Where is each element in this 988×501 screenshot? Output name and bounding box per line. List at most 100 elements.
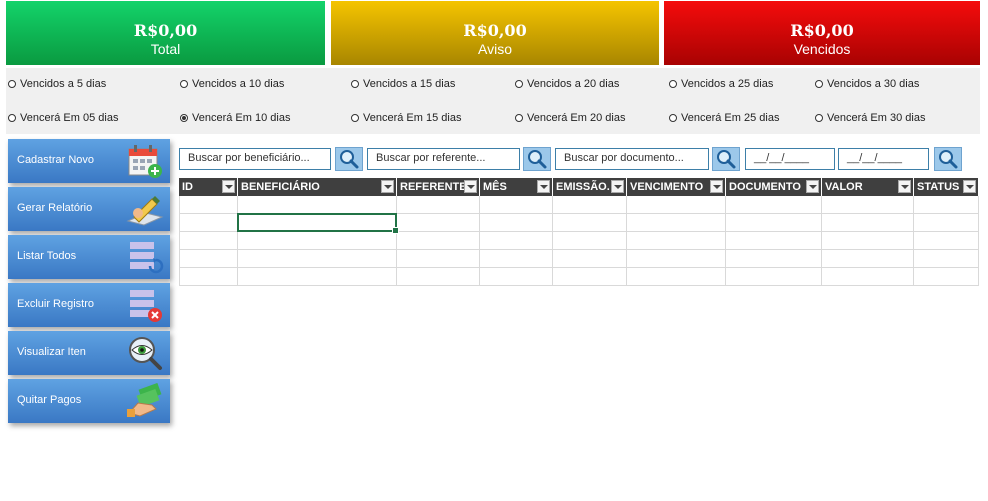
table-cell[interactable] [179,214,238,232]
table-cell[interactable] [914,196,979,214]
table-cell[interactable] [480,196,553,214]
table-cell[interactable] [822,214,914,232]
table-cell[interactable] [238,196,397,214]
search-documento-input[interactable]: Buscar por documento... [555,148,709,170]
search-documento-button[interactable] [712,147,740,171]
column-header-id[interactable]: ID [179,178,238,196]
table-cell[interactable] [397,196,480,214]
cadastrar-novo-button[interactable]: Cadastrar Novo [8,139,170,183]
selected-cell[interactable] [237,213,399,234]
radio-vencera-10[interactable]: Vencerá Em 10 dias [180,112,290,124]
filter-dropdown-icon[interactable] [963,180,976,193]
filter-dropdown-icon[interactable] [464,180,477,193]
search-referente-button[interactable] [523,147,551,171]
listar-todos-button[interactable]: Listar Todos [8,235,170,279]
table-cell[interactable] [480,214,553,232]
excluir-registro-button[interactable]: Excluir Registro [8,283,170,327]
date-to-input[interactable]: __/__/____ [838,148,929,170]
table-cell[interactable] [822,196,914,214]
filter-dropdown-icon[interactable] [381,180,394,193]
radio-vencidos-30[interactable]: Vencidos a 30 dias [815,78,919,90]
radio-circle-icon [669,114,677,122]
table-cell[interactable] [553,214,627,232]
table-cell[interactable] [822,268,914,286]
table-cell[interactable] [480,268,553,286]
table-cell[interactable] [397,268,480,286]
radio-vencidos-25[interactable]: Vencidos a 25 dias [669,78,773,90]
date-from-input[interactable]: __/__/____ [745,148,835,170]
table-cell[interactable] [179,250,238,268]
radio-vencera-15[interactable]: Vencerá Em 15 dias [351,112,461,124]
table-cell[interactable] [627,250,726,268]
search-beneficiario-button[interactable] [335,147,363,171]
quitar-pagos-button[interactable]: Quitar Pagos [8,379,170,423]
table-cell[interactable] [914,214,979,232]
filter-dropdown-icon[interactable] [898,180,911,193]
filter-dropdown-icon[interactable] [710,180,723,193]
column-header-emissao[interactable]: EMISSÃO. [553,178,627,196]
search-icon [717,150,736,169]
radio-circle-icon [515,80,523,88]
table-cell[interactable] [179,268,238,286]
radio-vencera-05[interactable]: Vencerá Em 05 dias [8,112,118,124]
table-cell[interactable] [480,250,553,268]
table-cell[interactable] [553,232,627,250]
table-cell[interactable] [726,196,822,214]
column-header-vencimento[interactable]: VENCIMENTO [627,178,726,196]
column-header-documento[interactable]: DOCUMENTO [726,178,822,196]
radio-circle-icon [8,114,16,122]
radio-circle-icon [8,80,16,88]
table-cell[interactable] [726,232,822,250]
table-cell[interactable] [397,214,480,232]
radio-vencidos-20[interactable]: Vencidos a 20 dias [515,78,619,90]
column-header-status[interactable]: STATUS [914,178,979,196]
table-cell[interactable] [627,232,726,250]
table-cell[interactable] [238,232,397,250]
table-cell[interactable] [553,196,627,214]
table-cell[interactable] [179,196,238,214]
vencidos-label: Vencidos [793,41,851,57]
table-cell[interactable] [553,250,627,268]
search-date-button[interactable] [934,147,962,171]
table-cell[interactable] [179,232,238,250]
table-cell[interactable] [397,232,480,250]
money-hand-icon [127,383,162,417]
table-cell[interactable] [238,268,397,286]
aviso-amount: R$0,00 [463,21,527,40]
column-header-referente[interactable]: REFERENTE [397,178,480,196]
filter-dropdown-icon[interactable] [222,180,235,193]
table-cell[interactable] [627,214,726,232]
table-cell[interactable] [914,250,979,268]
table-cell[interactable] [726,214,822,232]
search-referente-input[interactable]: Buscar por referente... [367,148,520,170]
gerar-relatorio-button[interactable]: Gerar Relatório [8,187,170,231]
search-beneficiario-input[interactable]: Buscar por beneficiário... [179,148,331,170]
radio-vencidos-5[interactable]: Vencidos a 5 dias [8,78,106,90]
table-cell[interactable] [627,268,726,286]
column-header-beneficiario[interactable]: BENEFICIÁRIO [238,178,397,196]
radio-vencera-20[interactable]: Vencerá Em 20 dias [515,112,625,124]
radio-vencidos-10[interactable]: Vencidos a 10 dias [180,78,284,90]
visualizar-iten-button[interactable]: Visualizar Iten [8,331,170,375]
radio-vencera-30[interactable]: Vencerá Em 30 dias [815,112,925,124]
table-cell[interactable] [914,268,979,286]
table-cell[interactable] [914,232,979,250]
filter-dropdown-icon[interactable] [611,180,624,193]
table-cell[interactable] [822,232,914,250]
filter-dropdown-icon[interactable] [806,180,819,193]
radio-circle-icon [351,80,359,88]
filter-dropdown-icon[interactable] [537,180,550,193]
radio-vencera-25[interactable]: Vencerá Em 25 dias [669,112,779,124]
table-cell[interactable] [726,250,822,268]
radio-circle-icon [515,114,523,122]
table-cell[interactable] [480,232,553,250]
column-header-valor[interactable]: VALOR [822,178,914,196]
radio-vencidos-15[interactable]: Vencidos a 15 dias [351,78,455,90]
table-cell[interactable] [397,250,480,268]
table-cell[interactable] [627,196,726,214]
table-cell[interactable] [822,250,914,268]
column-header-mes[interactable]: MÊS [480,178,553,196]
table-cell[interactable] [726,268,822,286]
table-cell[interactable] [238,250,397,268]
table-cell[interactable] [553,268,627,286]
